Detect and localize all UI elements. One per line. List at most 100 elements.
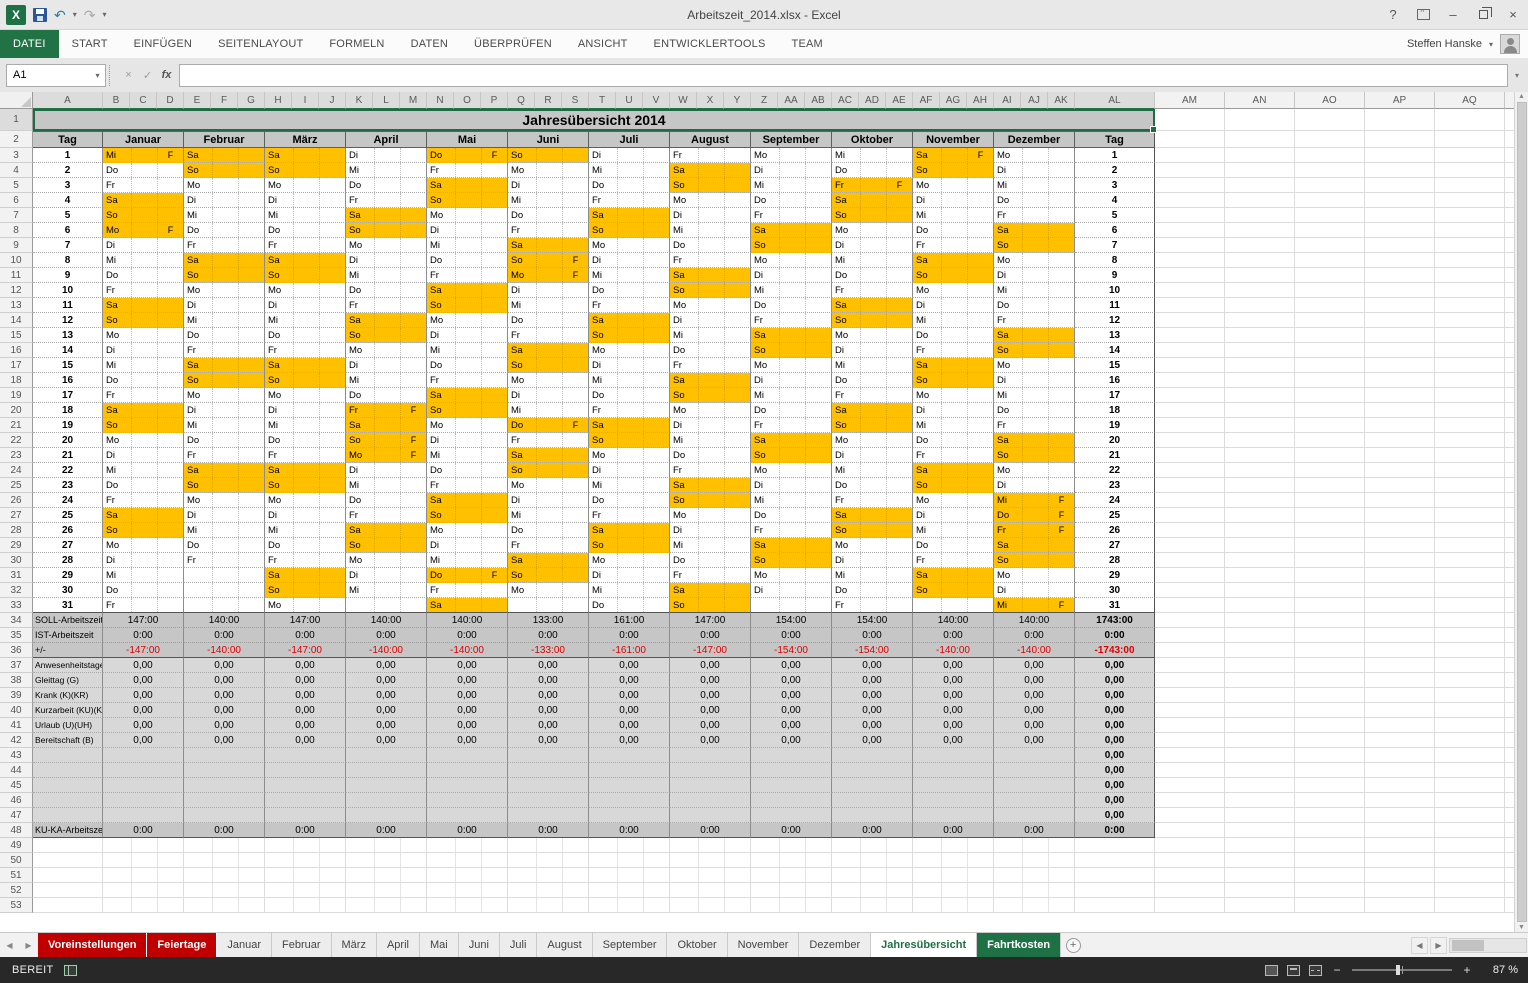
stat-value-november[interactable]: 0,00	[913, 688, 994, 703]
calendar-cell-juli-10[interactable]: Do	[589, 283, 670, 298]
empty-cell[interactable]	[1225, 238, 1295, 253]
calendar-cell-oktober-14[interactable]: Di	[832, 343, 913, 358]
blank-value[interactable]	[103, 763, 184, 778]
calendar-cell-m-rz-20[interactable]: Do	[265, 433, 346, 448]
calendar-cell-september-24[interactable]: Mi	[751, 493, 832, 508]
empty-cell[interactable]	[1225, 433, 1295, 448]
undo-icon[interactable]: ↶	[54, 8, 66, 22]
calendar-cell-januar-16[interactable]: Do	[103, 373, 184, 388]
blank-value[interactable]	[427, 778, 508, 793]
blank-value[interactable]	[994, 748, 1075, 763]
column-header-y[interactable]: Y	[724, 92, 751, 109]
blank-value[interactable]	[184, 808, 265, 823]
empty-cell[interactable]	[33, 868, 103, 883]
page-break-view-icon[interactable]	[1309, 965, 1322, 976]
calendar-cell-november-23[interactable]: So	[913, 478, 994, 493]
calendar-cell-november-15[interactable]: Sa	[913, 358, 994, 373]
empty-cell[interactable]	[265, 868, 346, 883]
column-header-ak[interactable]: AK	[1048, 92, 1075, 109]
day-number-right-22[interactable]: 22	[1075, 463, 1155, 478]
calendar-cell-november-20[interactable]: Do	[913, 433, 994, 448]
empty-cell[interactable]	[1225, 178, 1295, 193]
stat-value-m-rz[interactable]: 0,00	[265, 673, 346, 688]
formula-bar-expand-icon[interactable]: ▾	[1508, 64, 1526, 87]
summary-value-mai[interactable]: 140:00	[427, 613, 508, 628]
empty-cell[interactable]	[1295, 703, 1365, 718]
empty-cell[interactable]	[1155, 898, 1225, 913]
empty-cell[interactable]	[1365, 433, 1435, 448]
calendar-cell-februar-10[interactable]: Mo	[184, 283, 265, 298]
calendar-cell-mai-14[interactable]: Mi	[427, 343, 508, 358]
empty-cell[interactable]	[751, 898, 832, 913]
calendar-cell-april-21[interactable]: MoF	[346, 448, 427, 463]
column-header-ab[interactable]: AB	[805, 92, 832, 109]
calendar-cell-dezember-2[interactable]: Di	[994, 163, 1075, 178]
blank-value[interactable]	[832, 778, 913, 793]
stat-value-juli[interactable]: 0,00	[589, 658, 670, 673]
empty-cell[interactable]	[1155, 613, 1225, 628]
empty-cell[interactable]	[1155, 298, 1225, 313]
column-header-x[interactable]: X	[697, 92, 724, 109]
empty-cell[interactable]	[1155, 673, 1225, 688]
summary-value-august[interactable]: 0:00	[670, 628, 751, 643]
calendar-cell-oktober-12[interactable]: So	[832, 313, 913, 328]
kuka-value-januar[interactable]: 0:00	[103, 823, 184, 838]
empty-cell[interactable]	[913, 898, 994, 913]
empty-cell[interactable]	[1435, 478, 1505, 493]
empty-cell[interactable]	[1435, 838, 1505, 853]
stat-value-m-rz[interactable]: 0,00	[265, 688, 346, 703]
empty-cell[interactable]	[1435, 658, 1505, 673]
column-header-i[interactable]: I	[292, 92, 319, 109]
close-button[interactable]: ×	[1498, 0, 1528, 29]
row-header-6[interactable]: 6	[0, 193, 33, 208]
calendar-cell-januar-13[interactable]: Mo	[103, 328, 184, 343]
stat-value-dezember[interactable]: 0,00	[994, 688, 1075, 703]
day-number-right-16[interactable]: 16	[1075, 373, 1155, 388]
empty-cell[interactable]	[33, 883, 103, 898]
calendar-cell-januar-15[interactable]: Mi	[103, 358, 184, 373]
calendar-cell-februar-27[interactable]: Do	[184, 538, 265, 553]
summary-value-oktober[interactable]: 0:00	[832, 628, 913, 643]
empty-cell[interactable]	[1435, 733, 1505, 748]
empty-cell[interactable]	[1155, 253, 1225, 268]
empty-cell[interactable]	[103, 898, 184, 913]
empty-cell[interactable]	[1155, 268, 1225, 283]
calendar-cell-m-rz-28[interactable]: Fr	[265, 553, 346, 568]
empty-cell[interactable]	[1295, 778, 1365, 793]
summary-value-januar[interactable]: 0:00	[103, 628, 184, 643]
empty-cell[interactable]	[1365, 268, 1435, 283]
calendar-cell-februar-11[interactable]: Di	[184, 298, 265, 313]
empty-cell[interactable]	[1295, 658, 1365, 673]
calendar-cell-dezember-1[interactable]: Mo	[994, 148, 1075, 163]
stat-value-september[interactable]: 0,00	[751, 733, 832, 748]
empty-cell[interactable]	[1435, 253, 1505, 268]
blank-value[interactable]	[670, 778, 751, 793]
calendar-cell-dezember-10[interactable]: Mi	[994, 283, 1075, 298]
row-header-30[interactable]: 30	[0, 553, 33, 568]
stat-value-august[interactable]: 0,00	[670, 718, 751, 733]
empty-cell[interactable]	[670, 838, 751, 853]
blank-value[interactable]	[589, 808, 670, 823]
stat-value-november[interactable]: 0,00	[913, 733, 994, 748]
stat-value-april[interactable]: 0,00	[346, 703, 427, 718]
stat-value-dezember[interactable]: 0,00	[994, 658, 1075, 673]
header-month-januar[interactable]: Januar	[103, 131, 184, 148]
empty-cell[interactable]	[1365, 148, 1435, 163]
empty-cell[interactable]	[1295, 823, 1365, 838]
stat-value-dezember[interactable]: 0,00	[994, 718, 1075, 733]
row-header-13[interactable]: 13	[0, 298, 33, 313]
calendar-cell-juni-21[interactable]: Sa	[508, 448, 589, 463]
blank-value[interactable]	[265, 748, 346, 763]
day-number-left-18[interactable]: 18	[33, 403, 103, 418]
kuka-value-april[interactable]: 0:00	[346, 823, 427, 838]
empty-cell[interactable]	[1435, 523, 1505, 538]
stat-value-juni[interactable]: 0,00	[508, 703, 589, 718]
empty-cell[interactable]	[1155, 868, 1225, 883]
stat-value-januar[interactable]: 0,00	[103, 658, 184, 673]
calendar-cell-mai-10[interactable]: Sa	[427, 283, 508, 298]
stat-value-januar[interactable]: 0,00	[103, 673, 184, 688]
calendar-cell-august-26[interactable]: Di	[670, 523, 751, 538]
empty-cell[interactable]	[1155, 508, 1225, 523]
empty-cell[interactable]	[1435, 433, 1505, 448]
empty-cell[interactable]	[1225, 643, 1295, 658]
